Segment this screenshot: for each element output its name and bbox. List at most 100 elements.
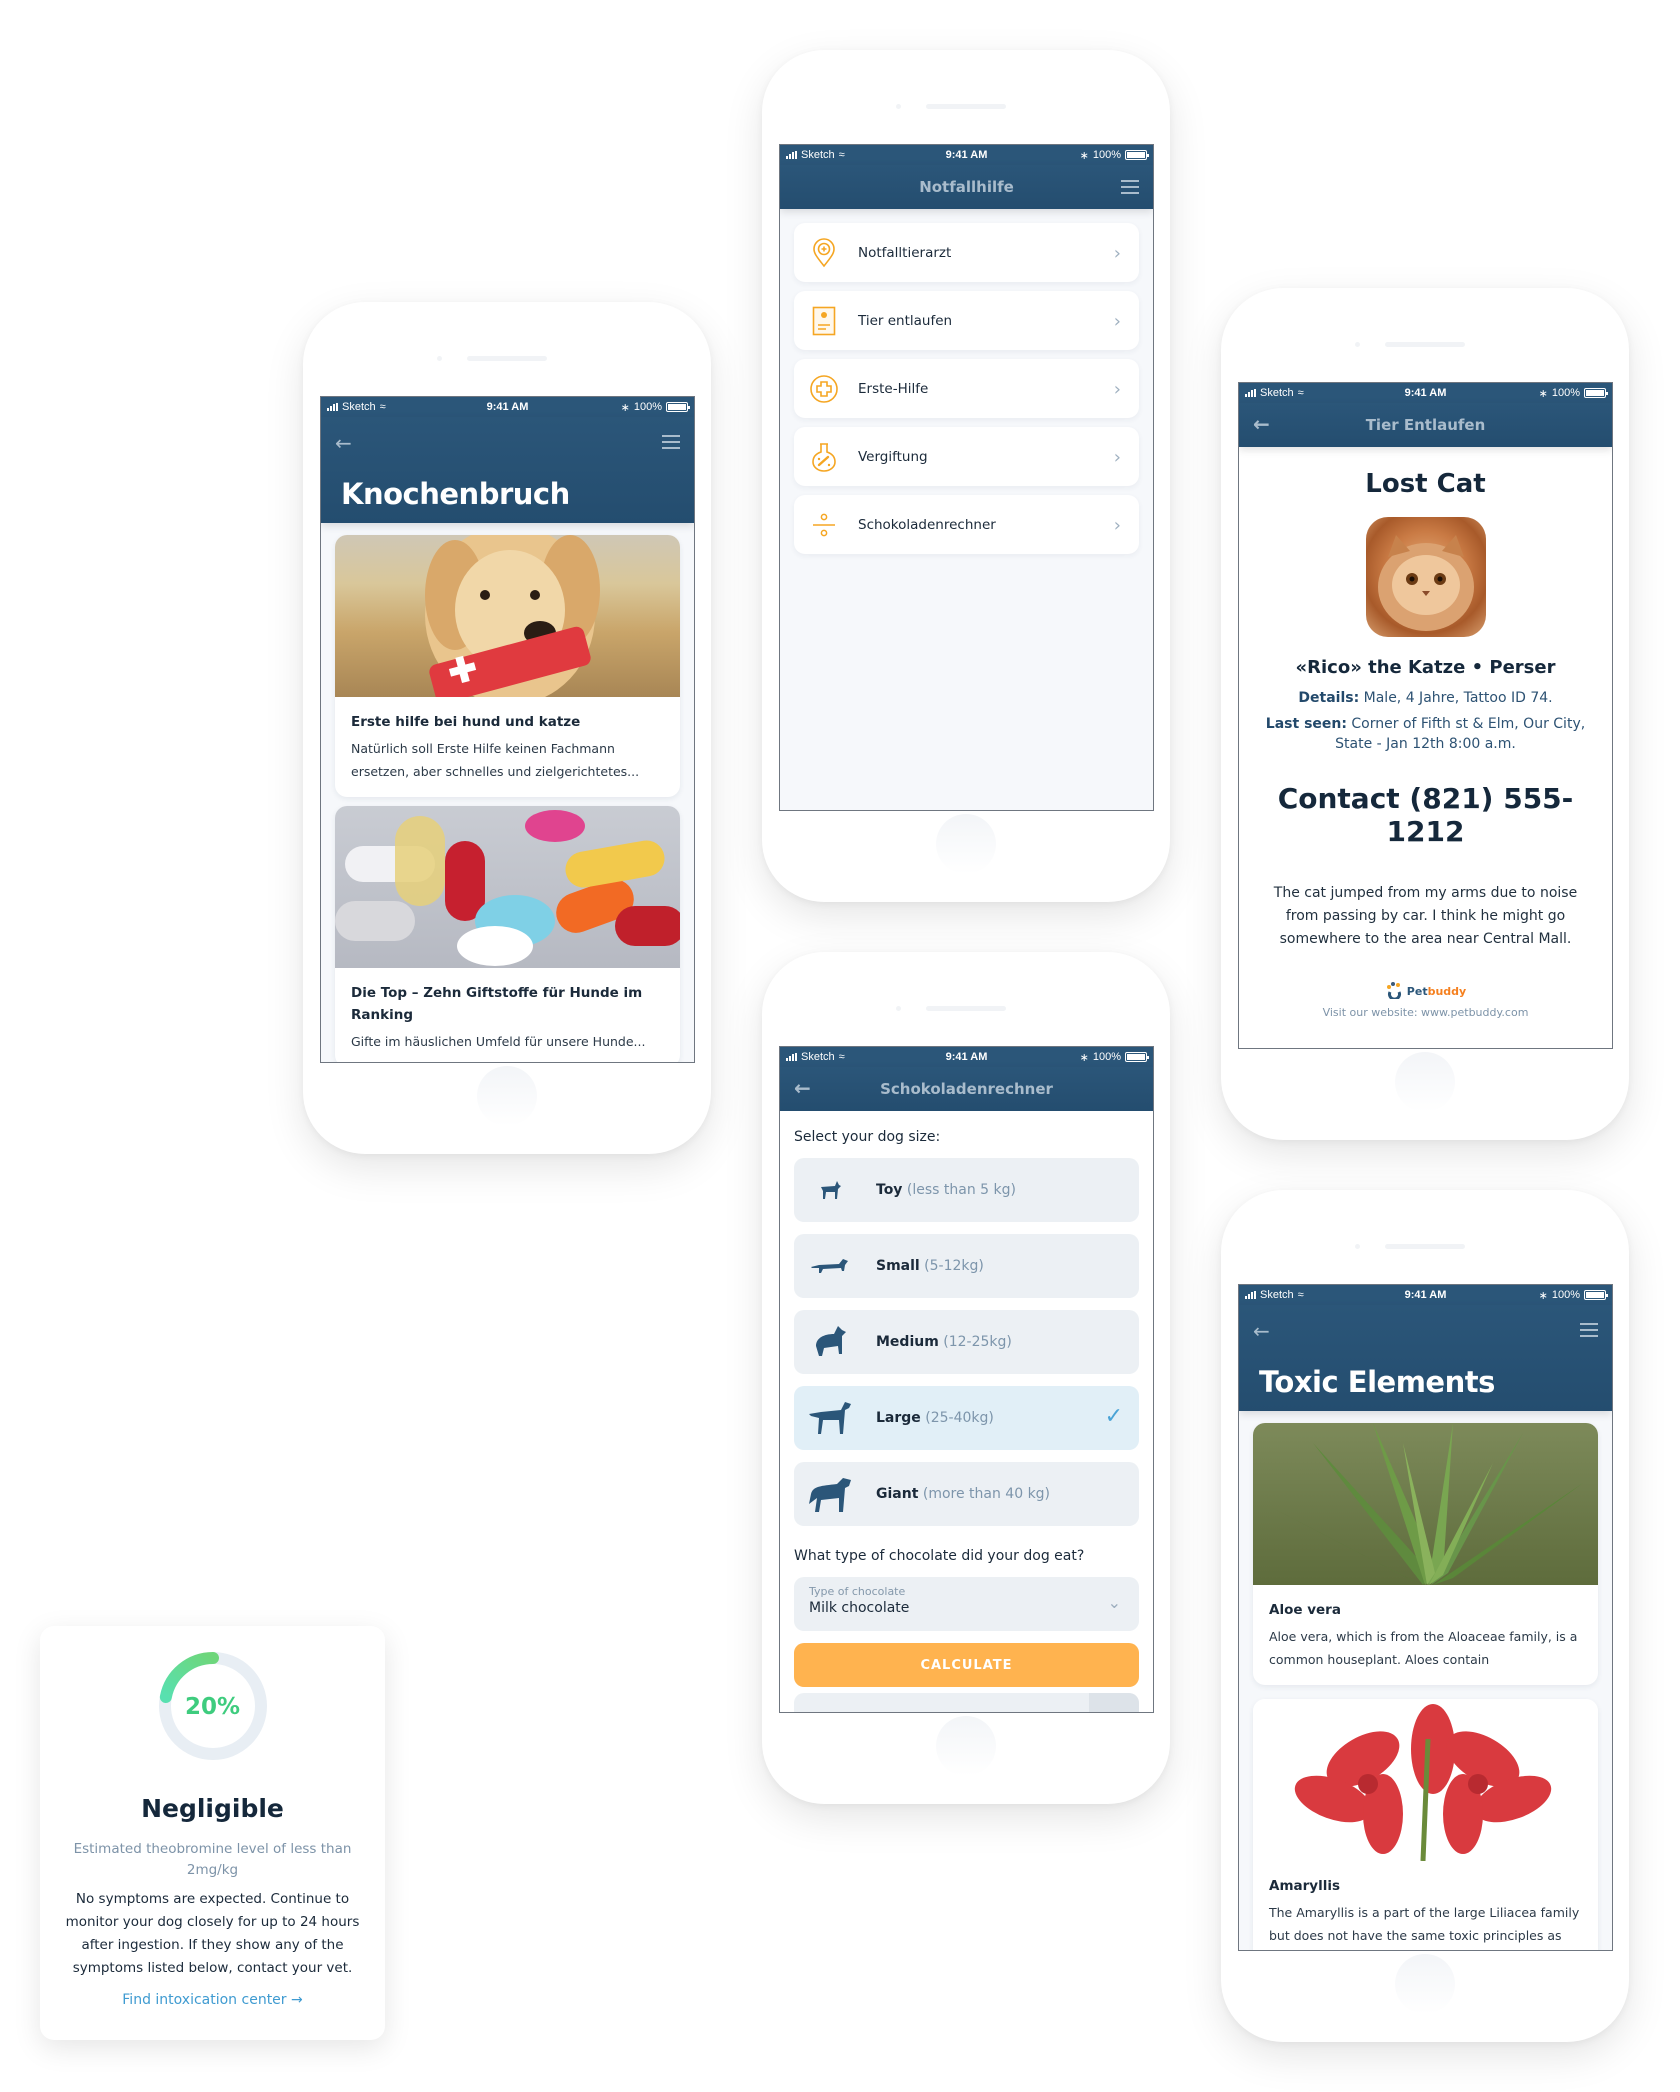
carrier: Sketch: [342, 401, 376, 413]
nav-title: Schokoladenrechner: [880, 1080, 1053, 1098]
poison-flask-icon: [808, 441, 840, 473]
chevron-right-icon: ›: [1113, 379, 1121, 400]
chevron-right-icon: ›: [1113, 311, 1121, 332]
hamburger-menu-icon[interactable]: [662, 435, 680, 449]
location-pin-plus-icon: [808, 237, 840, 269]
website-link[interactable]: Visit our website: www.petbuddy.com: [1239, 1006, 1612, 1019]
front-camera: [1355, 342, 1360, 347]
battery-percent: 100%: [1092, 149, 1121, 161]
size-name: Toy: [876, 1182, 903, 1198]
front-camera: [1355, 1244, 1360, 1249]
front-camera: [896, 1006, 901, 1011]
menu-item-tier-entlaufen[interactable]: Tier entlaufen ›: [794, 291, 1139, 350]
article-card[interactable]: Die Top – Zehn Giftstoffe für Hunde im R…: [335, 806, 680, 1062]
clock: 9:41 AM: [945, 149, 988, 161]
nav-bar: Notfallhilfe: [780, 165, 1153, 209]
screen-notfallhilfe: Sketch ≈ 9:41 AM ∗ 100% Notfallhilfe Notfa…: [779, 144, 1154, 811]
size-option-giant[interactable]: Giant (more than 40 kg): [794, 1462, 1139, 1526]
article-card[interactable]: Erste hilfe bei hund und katze Natürlich…: [335, 535, 680, 797]
menu-item-notfalltierarzt[interactable]: Notfalltierarzt ›: [794, 223, 1139, 282]
battery-icon: [1584, 1290, 1608, 1300]
first-aid-cross-icon: [808, 373, 840, 405]
find-intoxication-center-link[interactable]: Find intoxication center →: [40, 1992, 385, 2008]
menu-item-label: Schokoladenrechner: [858, 516, 996, 533]
chevron-right-icon: ›: [1113, 515, 1121, 536]
phone-chocolate-calculator: Sketch ≈ 9:41 AM ∗ 100% ← Schokoladenrechn…: [762, 952, 1170, 1804]
screen-knochenbruch: Sketch ≈ 9:41 AM ∗ 100% ← Knochenbruch E…: [320, 396, 695, 1063]
bluetooth-icon: ∗: [620, 401, 630, 414]
toy-dog-icon: [804, 1170, 856, 1210]
battery-percent: 100%: [1551, 1289, 1580, 1301]
pet-description: The cat jumped from my arms due to noise…: [1273, 885, 1578, 947]
menu-item-schokoladenrechner[interactable]: Schokoladenrechner ›: [794, 495, 1139, 554]
size-option-small[interactable]: Small (5-12kg): [794, 1234, 1139, 1298]
size-name: Giant: [876, 1486, 919, 1502]
theobromine-estimate: Estimated theobromine level of less than…: [73, 1841, 352, 1878]
carrier: Sketch: [801, 149, 835, 161]
brand-name-pet: Pet: [1406, 985, 1428, 998]
home-button[interactable]: [1395, 1954, 1455, 2014]
menu-item-vergiftung[interactable]: Vergiftung ›: [794, 427, 1139, 486]
battery-percent: 100%: [633, 401, 662, 413]
last-seen-label: Last seen:: [1265, 716, 1347, 732]
menu-item-label: Erste-Hilfe: [858, 380, 929, 397]
battery-icon: [1584, 388, 1608, 398]
item-excerpt: The Amaryllis is a part of the large Lil…: [1269, 1905, 1580, 1943]
menu-item-label: Tier entlaufen: [858, 312, 953, 329]
back-arrow-icon[interactable]: ←: [1253, 1319, 1270, 1343]
bluetooth-icon: ∗: [1538, 387, 1548, 400]
toxic-item-card[interactable]: Amaryllis The Amaryllis is a part of the…: [1253, 1699, 1598, 1950]
clock: 9:41 AM: [1404, 387, 1447, 399]
arrow-right-icon: →: [291, 1992, 303, 2008]
amaryllis-image: [1253, 1699, 1598, 1861]
chocolate-type-select[interactable]: Type of chocolate Milk chocolate ⌄: [794, 1577, 1139, 1631]
select-label: Type of chocolate: [809, 1585, 906, 1598]
home-button[interactable]: [936, 1716, 996, 1776]
screen-toxic-elements: Sketch≈ 9:41 AM ∗100% ← Toxic Elements: [1238, 1284, 1613, 1951]
front-camera: [437, 356, 442, 361]
menu-item-label: Vergiftung: [858, 448, 928, 465]
size-range: (25-40kg): [925, 1410, 994, 1426]
size-range: (5-12kg): [924, 1258, 984, 1274]
persian-cat-photo: [1365, 517, 1486, 637]
details-value: Male, 4 Jahre, Tattoo ID 74.: [1363, 690, 1553, 706]
battery-icon: [1125, 1052, 1149, 1062]
last-seen-value: Corner of Fifth st & Elm, Our City, Stat…: [1335, 716, 1586, 752]
back-arrow-icon[interactable]: ←: [1253, 414, 1270, 434]
clock: 9:41 AM: [1404, 1289, 1447, 1301]
back-arrow-icon[interactable]: ←: [335, 431, 352, 455]
page-title: Toxic Elements: [1259, 1365, 1495, 1399]
signal-icon: [786, 1053, 797, 1061]
size-option-large[interactable]: Large (25-40kg) ✓: [794, 1386, 1139, 1450]
size-name: Small: [876, 1258, 920, 1274]
size-range: (less than 5 kg): [906, 1182, 1016, 1198]
home-button[interactable]: [477, 1066, 537, 1126]
dog-with-first-aid-kit-image: [335, 535, 680, 697]
menu-item-erste-hilfe[interactable]: Erste-Hilfe ›: [794, 359, 1139, 418]
pet-name: «Rico» the Katze • Perser: [1295, 657, 1556, 678]
calculate-button[interactable]: CALCULATE: [794, 1643, 1139, 1687]
contact-phone[interactable]: Contact (821) 555-1212: [1239, 782, 1612, 848]
pet-details: Details: Male, 4 Jahre, Tattoo ID 74.: [1239, 688, 1612, 708]
details-label: Details:: [1298, 690, 1360, 706]
giant-dog-icon: [804, 1474, 856, 1514]
hamburger-menu-icon[interactable]: [1121, 180, 1139, 194]
home-button[interactable]: [1395, 1052, 1455, 1112]
chevron-right-icon: ›: [1113, 243, 1121, 264]
wifi-icon: ≈: [379, 401, 386, 413]
last-seen: Last seen: Corner of Fifth st & Elm, Our…: [1239, 714, 1612, 754]
carrier: Sketch: [1260, 1289, 1294, 1301]
wifi-icon: ≈: [838, 1051, 845, 1063]
calculator-form: Select your dog size: Toy (less than 5 k…: [780, 1111, 1153, 1712]
toxicity-level: Negligible: [141, 1794, 284, 1823]
home-button[interactable]: [936, 814, 996, 874]
toxic-item-card[interactable]: Aloe vera Aloe vera, which is from the A…: [1253, 1423, 1598, 1685]
back-arrow-icon[interactable]: ←: [794, 1078, 811, 1098]
hamburger-menu-icon[interactable]: [1580, 1323, 1598, 1337]
bluetooth-icon: ∗: [1538, 1289, 1548, 1302]
speaker: [926, 1006, 1006, 1011]
page-title: Knochenbruch: [341, 477, 570, 511]
size-option-medium[interactable]: Medium (12-25kg): [794, 1310, 1139, 1374]
signal-icon: [1245, 389, 1256, 397]
size-option-toy[interactable]: Toy (less than 5 kg): [794, 1158, 1139, 1222]
